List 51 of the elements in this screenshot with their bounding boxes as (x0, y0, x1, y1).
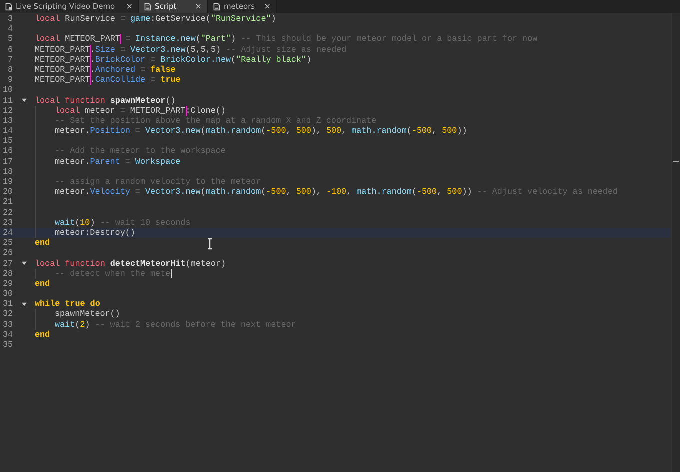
code-line: local function detectMeteorHit(meteor) (35, 258, 226, 269)
code-line: METEOR_PART.Anchored = false (35, 64, 176, 76)
line-number: 31 (2, 299, 13, 310)
close-button[interactable]: × (264, 2, 271, 11)
line-number: 18 (2, 166, 13, 177)
line-number: 34 (2, 330, 13, 340)
code-line: while true do (35, 299, 100, 310)
code-line: local RunService = game:GetService("RunService") (35, 14, 276, 24)
code-line: local function spawnMeteor() (35, 96, 176, 106)
line-number: 16 (2, 146, 13, 157)
line-number: 10 (2, 85, 13, 96)
line-number: 33 (2, 320, 13, 330)
line-number: 17 (2, 156, 13, 167)
code-line: local meteor = METEOR_PART:Clone() (55, 106, 226, 116)
line-number: 12 (2, 106, 13, 116)
line-number: 8 (6, 64, 13, 76)
line-number: 20 (2, 187, 13, 198)
line-number: 35 (2, 340, 13, 350)
line-number: 26 (2, 248, 13, 258)
code-line: end (35, 278, 50, 290)
code-line: meteor.Position = Vector3.new(math.random(-500, 500), 500, math.random(-500, 500)) (55, 126, 468, 136)
line-number: 27 (2, 258, 13, 269)
line-number: 25 (2, 238, 13, 248)
line-number: 9 (6, 75, 13, 86)
line-number: 23 (2, 218, 13, 228)
line-number: 4 (6, 24, 13, 34)
line-number: 30 (2, 289, 13, 300)
code-line: meteor:Destroy() (55, 228, 136, 238)
line-number: 13 (2, 116, 13, 126)
code-line: end (35, 330, 50, 340)
line-number: 24 (2, 228, 13, 238)
code-line: meteor.Parent = Workspace (55, 156, 181, 167)
line-number: 14 (2, 126, 13, 136)
line-number: 21 (2, 197, 13, 208)
line-number: 29 (2, 278, 13, 290)
line-number: 19 (2, 177, 13, 188)
close-button[interactable]: × (195, 2, 202, 11)
line-number: 15 (2, 136, 13, 146)
line-number: 3 (6, 14, 13, 24)
line-number: 6 (6, 44, 13, 55)
code-line: spawnMeteor() (55, 309, 120, 320)
code-line: end (35, 238, 50, 248)
line-number: 5 (6, 34, 13, 45)
code-line: METEOR_PART.BrickColor = BrickColor.new("Really black") (35, 54, 312, 65)
line-number: 11 (2, 96, 13, 106)
line-number: 7 (6, 54, 13, 65)
line-number: 22 (2, 208, 13, 218)
close-button[interactable]: × (126, 2, 133, 11)
line-number: 28 (2, 268, 13, 279)
line-number: 32 (2, 309, 13, 320)
code-line: METEOR_PART.CanCollide = true (35, 75, 181, 86)
